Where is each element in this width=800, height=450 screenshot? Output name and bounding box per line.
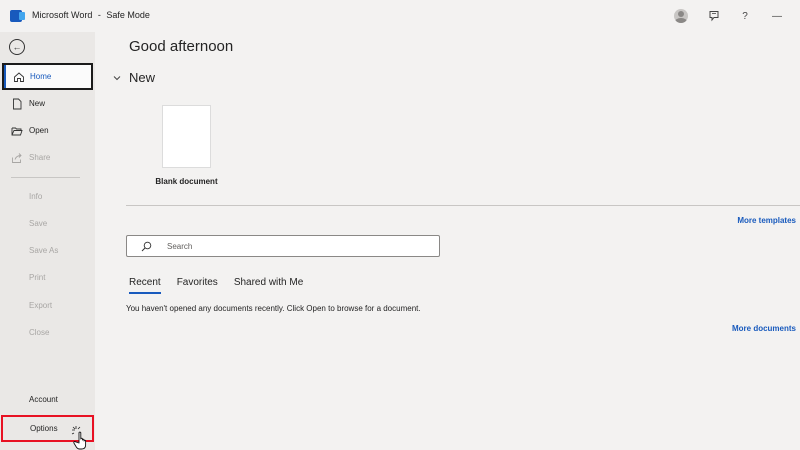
search-placeholder: Search (167, 242, 193, 251)
sidebar-item-account[interactable]: Account (0, 386, 95, 413)
folder-open-icon (11, 127, 23, 135)
blank-document-label[interactable]: Blank document (135, 177, 238, 186)
sidebar-item-label: Print (29, 273, 46, 282)
sidebar-item-home[interactable]: Home (2, 63, 93, 90)
sidebar-item-open[interactable]: Open (0, 117, 95, 144)
home-pane: Good afternoon New Blank document More t… (95, 32, 800, 450)
back-button[interactable]: ← (9, 39, 25, 55)
title-separator: - (97, 10, 101, 20)
sidebar-item-label: Save (29, 219, 48, 228)
avatar-icon (674, 9, 688, 23)
sidebar-item-print[interactable]: Print (0, 264, 95, 291)
sidebar-item-label: Info (29, 192, 43, 201)
chevron-down-icon (113, 73, 129, 83)
back-arrow-icon: ← (12, 41, 22, 52)
sidebar-item-close[interactable]: Close (0, 319, 95, 346)
new-document-icon (13, 98, 22, 109)
sidebar-item-label: Share (29, 153, 51, 162)
sidebar-item-label: Save As (29, 246, 59, 255)
sidebar-item-label: Home (30, 72, 52, 81)
mode-label: Safe Mode (106, 10, 150, 20)
share-icon (12, 152, 22, 163)
page-title: Good afternoon (129, 38, 234, 55)
help-button[interactable]: ? (736, 7, 754, 25)
empty-recent-message: You haven't opened any documents recentl… (126, 304, 421, 313)
app-name: Microsoft Word (32, 10, 93, 20)
new-section-header[interactable]: New (113, 70, 155, 85)
sidebar-divider (11, 177, 80, 178)
sidebar-item-label: Export (29, 301, 53, 310)
help-icon: ? (742, 10, 748, 22)
feedback-button[interactable] (705, 7, 723, 25)
account-avatar-button[interactable] (672, 7, 690, 25)
new-section-title: New (129, 70, 156, 85)
tab-recent[interactable]: Recent (129, 277, 161, 294)
sidebar-item-label: Account (29, 395, 58, 404)
more-documents-link[interactable]: More documents (732, 324, 796, 333)
title-bar: Microsoft Word - Safe Mode ? — (0, 0, 800, 32)
sidebar-item-info[interactable]: Info (0, 183, 95, 210)
sidebar-item-export[interactable]: Export (0, 292, 95, 319)
sidebar-item-new[interactable]: New (0, 90, 95, 117)
search-input[interactable]: Search (126, 235, 440, 257)
tab-shared-with-me[interactable]: Shared with Me (234, 277, 303, 292)
blank-document-thumbnail[interactable] (162, 105, 211, 168)
feedback-icon (709, 11, 719, 22)
sidebar-item-label: Open (29, 126, 49, 135)
backstage-sidebar: ← Home New Open Share Info Save Save As … (0, 32, 95, 450)
window-title: Microsoft Word - Safe Mode (32, 10, 150, 20)
document-tabs: Recent Favorites Shared with Me (129, 277, 319, 294)
sidebar-item-label: Close (29, 328, 50, 337)
minimize-button[interactable]: — (768, 7, 786, 25)
sidebar-item-label: Options (30, 424, 58, 433)
minimize-icon: — (772, 10, 782, 22)
word-logo-icon (10, 10, 25, 22)
sidebar-item-share[interactable]: Share (0, 144, 95, 171)
more-templates-link[interactable]: More templates (737, 216, 796, 225)
sidebar-item-save[interactable]: Save (0, 210, 95, 237)
home-icon (14, 71, 24, 82)
tab-favorites[interactable]: Favorites (177, 277, 218, 292)
sidebar-item-label: New (29, 99, 46, 108)
search-icon (141, 241, 152, 252)
section-divider (126, 205, 800, 206)
sidebar-item-save-as[interactable]: Save As (0, 237, 95, 264)
pointer-hand-cursor-icon (71, 426, 87, 450)
